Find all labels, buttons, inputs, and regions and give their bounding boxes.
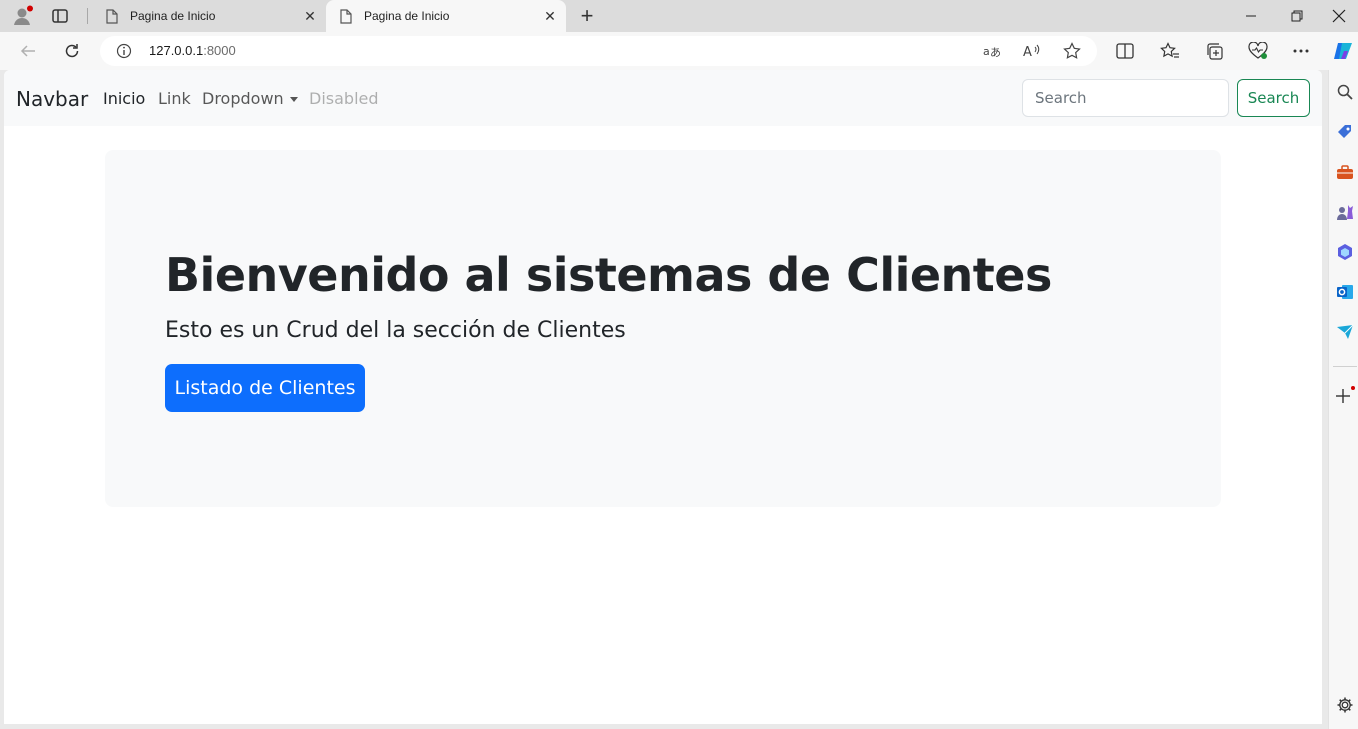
- read-aloud-icon[interactable]: A: [1022, 42, 1042, 60]
- translate-icon[interactable]: aあ: [982, 42, 1002, 60]
- tab-close-icon[interactable]: ✕: [302, 8, 318, 24]
- tab-actions-icon[interactable]: [50, 7, 70, 25]
- close-window-icon[interactable]: [1320, 0, 1358, 32]
- nav-link-inicio[interactable]: Inicio: [103, 89, 145, 108]
- collections-icon[interactable]: [1203, 40, 1225, 62]
- tab-close-icon[interactable]: ✕: [542, 8, 558, 24]
- hero-lead: Esto es un Crud del la sección de Client…: [165, 318, 626, 343]
- favorite-star-icon[interactable]: [1062, 42, 1082, 60]
- svg-text:a: a: [983, 45, 990, 58]
- site-navbar: Navbar Inicio Link Dropdown Disabled Sea…: [4, 70, 1322, 126]
- nav-dropdown-label: Dropdown: [202, 89, 284, 108]
- tab-title: Pagina de Inicio: [364, 9, 450, 23]
- address-url: 127.0.0.1:8000: [149, 43, 236, 58]
- page-viewport: Navbar Inicio Link Dropdown Disabled Sea…: [4, 70, 1322, 724]
- microsoft-365-icon[interactable]: [1335, 242, 1355, 262]
- settings-gear-icon[interactable]: [1335, 695, 1355, 715]
- split-screen-icon[interactable]: [1114, 40, 1136, 62]
- add-sidebar-app-icon[interactable]: [1335, 386, 1355, 406]
- tab-title: Pagina de Inicio: [130, 9, 216, 23]
- browser-sidebar: [1328, 70, 1358, 729]
- nav-dropdown[interactable]: Dropdown: [202, 89, 298, 108]
- favorites-icon[interactable]: [1159, 40, 1181, 62]
- page-icon: [104, 8, 120, 24]
- svg-text:A: A: [1023, 45, 1032, 58]
- back-icon[interactable]: [14, 37, 42, 65]
- page-icon: [338, 8, 354, 24]
- listado-clientes-button[interactable]: Listado de Clientes: [165, 364, 365, 412]
- hero-title: Bienvenido al sistemas de Clientes: [165, 248, 1052, 302]
- search-button[interactable]: Search: [1237, 79, 1310, 117]
- browser-tab-strip: Pagina de Inicio ✕ Pagina de Inicio ✕ +: [0, 0, 1358, 32]
- browser-essentials-icon[interactable]: [1247, 40, 1269, 62]
- search-icon[interactable]: [1335, 82, 1355, 102]
- tab-pagina-inicio-1[interactable]: Pagina de Inicio ✕: [92, 0, 326, 32]
- new-tab-button[interactable]: +: [572, 3, 602, 28]
- shopping-tag-icon[interactable]: [1335, 122, 1355, 142]
- sidebar-divider: [1333, 366, 1357, 367]
- nav-link-disabled: Disabled: [309, 89, 379, 108]
- tools-icon[interactable]: [1335, 162, 1355, 182]
- navbar-brand[interactable]: Navbar: [16, 87, 88, 111]
- nav-link-link[interactable]: Link: [158, 89, 191, 108]
- refresh-icon[interactable]: [58, 37, 86, 65]
- copilot-icon[interactable]: [1332, 40, 1354, 62]
- tab-pagina-inicio-2[interactable]: Pagina de Inicio ✕: [326, 0, 566, 32]
- url-port: :8000: [203, 43, 236, 58]
- restore-icon[interactable]: [1274, 0, 1320, 32]
- site-info-icon[interactable]: [116, 43, 132, 64]
- more-options-icon[interactable]: [1290, 40, 1312, 62]
- send-icon[interactable]: [1335, 322, 1355, 342]
- tab-separator: [87, 8, 88, 24]
- caret-down-icon: [289, 97, 298, 102]
- hero-section: Bienvenido al sistemas de Clientes Esto …: [105, 150, 1221, 507]
- minimize-icon[interactable]: [1228, 0, 1274, 32]
- svg-text:あ: あ: [990, 46, 1001, 58]
- address-bar[interactable]: 127.0.0.1:8000 aあ A: [100, 36, 1097, 66]
- url-host: 127.0.0.1: [149, 43, 204, 58]
- browser-toolbar: 127.0.0.1:8000 aあ A: [0, 32, 1358, 70]
- profile-icon[interactable]: [10, 5, 34, 27]
- outlook-icon[interactable]: [1335, 282, 1355, 302]
- search-input[interactable]: [1022, 79, 1229, 117]
- games-icon[interactable]: [1335, 202, 1355, 222]
